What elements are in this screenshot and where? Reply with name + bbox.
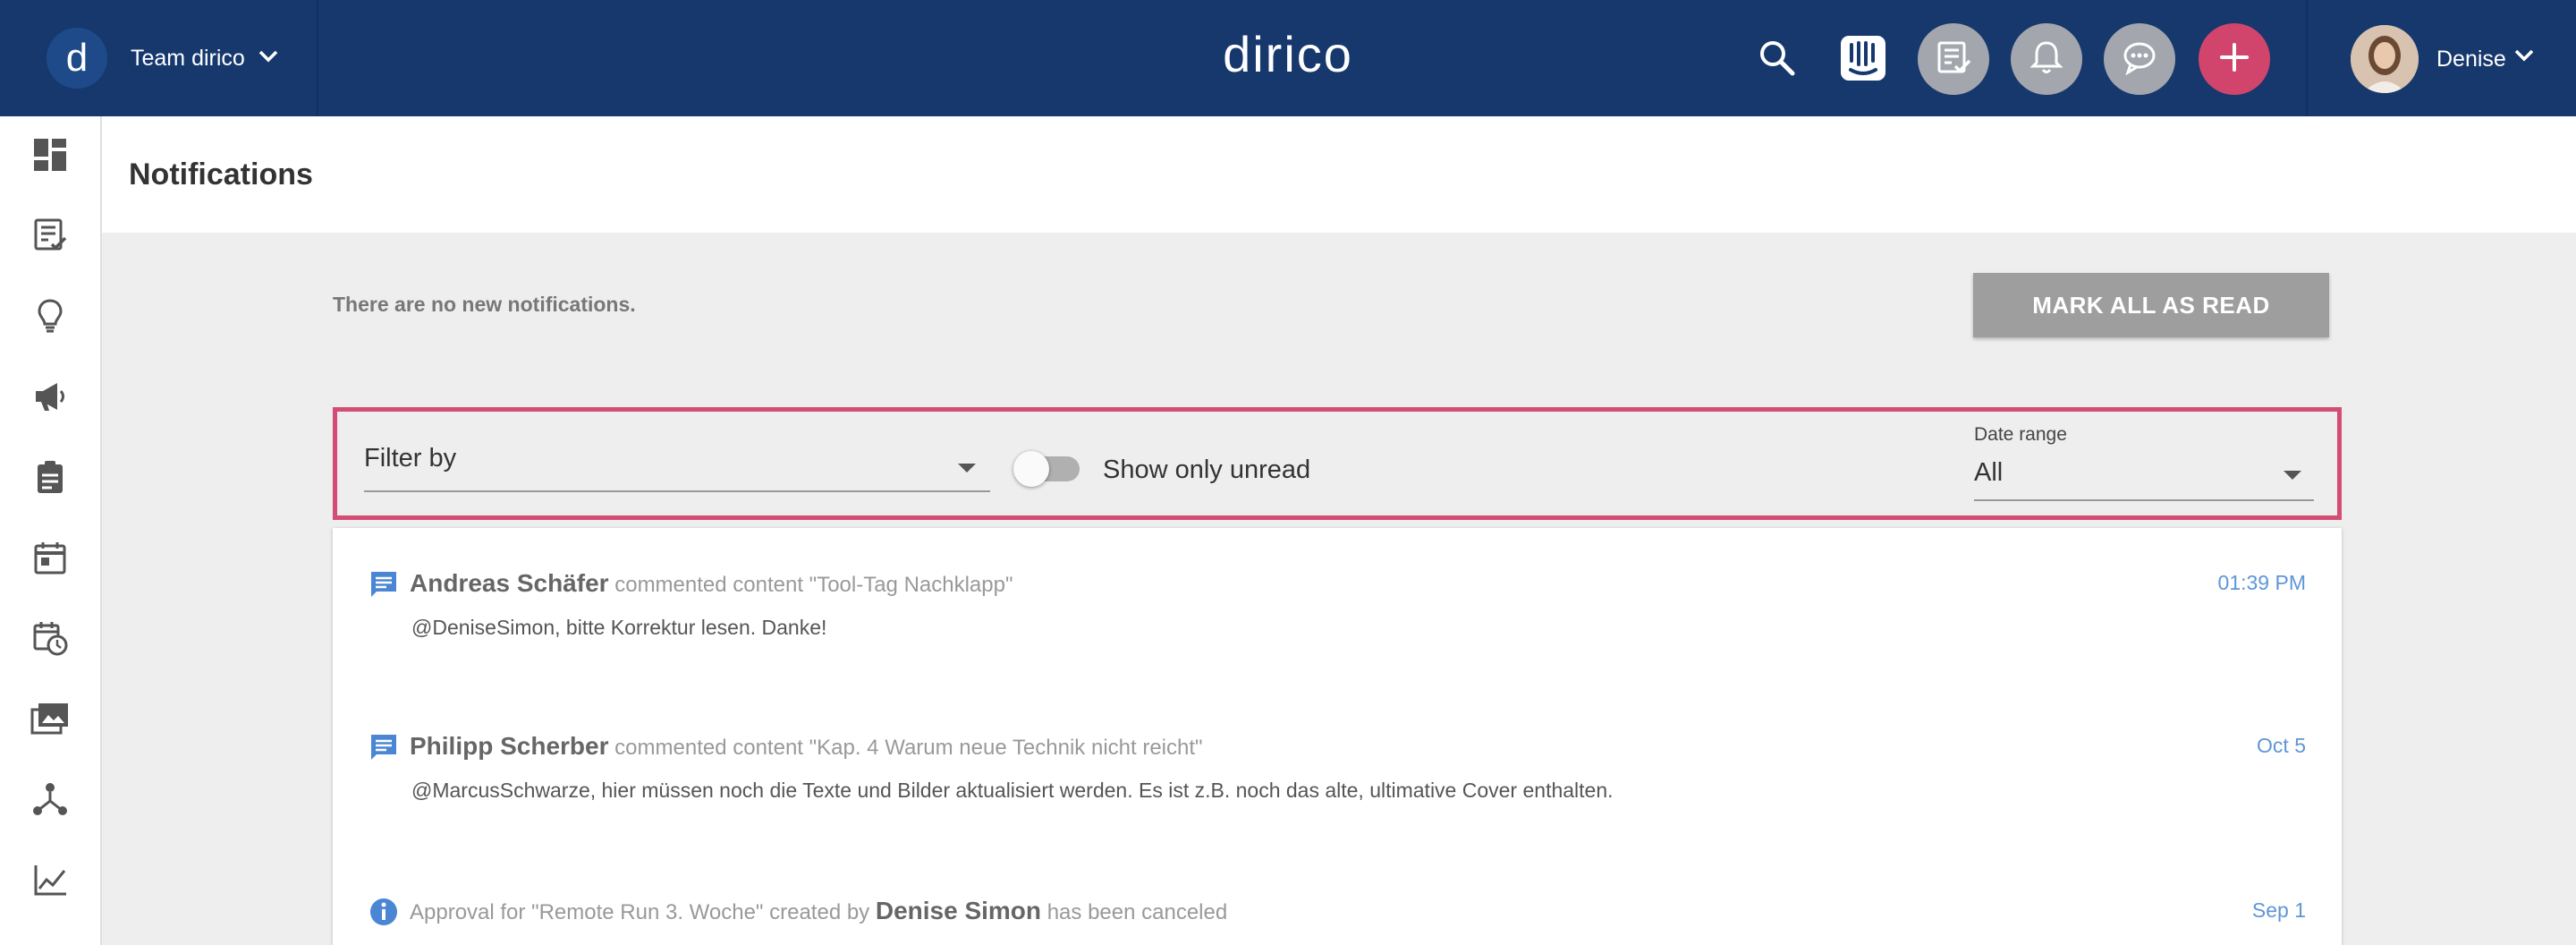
user-name[interactable]: Denise bbox=[2436, 47, 2506, 72]
notification-action: commented content "Kap. 4 Warum neue Tec… bbox=[614, 736, 1203, 760]
create-button[interactable] bbox=[2199, 23, 2270, 95]
toggle-knob bbox=[1013, 451, 1049, 487]
notification-action: commented content "Tool-Tag Nachklapp" bbox=[614, 573, 1013, 597]
dashboard-icon[interactable] bbox=[30, 134, 71, 175]
dropdown-arrow-icon bbox=[958, 464, 976, 472]
analytics-icon[interactable] bbox=[30, 859, 71, 900]
chevron-down-icon bbox=[258, 49, 279, 68]
notification-body: @MarcusSchwarze, hier müssen noch die Te… bbox=[411, 779, 1614, 802]
content-icon[interactable] bbox=[30, 215, 71, 256]
notification-time: 01:39 PM bbox=[2217, 571, 2306, 594]
intercom-icon[interactable] bbox=[1839, 34, 1887, 82]
search-icon[interactable] bbox=[1755, 36, 1800, 81]
notification-list: Andreas Schäfer commented content "Tool-… bbox=[333, 528, 2342, 945]
notifications-button[interactable] bbox=[2011, 23, 2082, 95]
unread-toggle[interactable] bbox=[1013, 451, 1080, 487]
notification-header: Andreas Schäfer commented content "Tool-… bbox=[410, 569, 1013, 598]
team-switcher[interactable]: d Team dirico bbox=[0, 0, 318, 116]
sidebar bbox=[0, 116, 102, 945]
team-logo: d bbox=[47, 28, 107, 89]
workflow-icon[interactable] bbox=[30, 779, 71, 820]
media-icon[interactable] bbox=[30, 698, 71, 739]
chevron-down-icon[interactable] bbox=[2513, 48, 2535, 67]
divider bbox=[2306, 0, 2308, 116]
page-header: Notifications bbox=[102, 116, 2576, 233]
info-icon bbox=[369, 897, 399, 927]
notification-actor[interactable]: Andreas Schäfer bbox=[410, 569, 609, 597]
notification-time: Sep 1 bbox=[2251, 898, 2306, 922]
notification-actor[interactable]: Philipp Scherber bbox=[410, 732, 609, 760]
notification-header: Approval for "Remote Run 3. Woche" creat… bbox=[410, 897, 1227, 925]
chat-icon bbox=[2120, 38, 2159, 81]
filter-by-select[interactable]: Filter by bbox=[364, 444, 990, 492]
notification-prefix: Approval for "Remote Run 3. Woche" creat… bbox=[410, 900, 870, 924]
avatar[interactable] bbox=[2351, 25, 2419, 93]
content-review-icon bbox=[1934, 38, 1973, 81]
date-range-select[interactable]: Date range All bbox=[1974, 424, 2314, 501]
unread-toggle-label[interactable]: Show only unread bbox=[1103, 455, 1310, 485]
comment-icon bbox=[369, 732, 399, 762]
date-range-label: Date range bbox=[1974, 424, 2067, 445]
empty-message: There are no new notifications. bbox=[333, 293, 636, 316]
notification-body: @DeniseSimon, bitte Korrektur lesen. Dan… bbox=[411, 616, 827, 639]
filter-by-label: Filter by bbox=[364, 444, 457, 472]
svg-text:d: d bbox=[66, 36, 88, 80]
team-name: Team dirico bbox=[131, 45, 245, 71]
filter-bar: Filter by Show only unread Date range Al… bbox=[333, 407, 2342, 520]
date-range-value: All bbox=[1974, 458, 2004, 487]
schedule-icon[interactable] bbox=[30, 617, 71, 659]
top-bar: d Team dirico dirico Denise bbox=[0, 0, 2576, 116]
calendar-icon[interactable] bbox=[30, 537, 71, 578]
notification-actor[interactable]: Denise Simon bbox=[876, 897, 1041, 924]
notification-time: Oct 5 bbox=[2257, 734, 2306, 757]
dropdown-arrow-icon bbox=[2284, 471, 2301, 480]
comment-icon bbox=[369, 569, 399, 600]
page-title: Notifications bbox=[129, 158, 313, 192]
bell-icon bbox=[2027, 38, 2066, 81]
tasks-icon[interactable] bbox=[30, 456, 71, 498]
brand-logo[interactable]: dirico bbox=[1223, 26, 1353, 82]
messages-button[interactable] bbox=[2104, 23, 2175, 95]
campaigns-icon[interactable] bbox=[30, 376, 71, 417]
plus-icon bbox=[2218, 41, 2250, 78]
mark-all-read-button[interactable]: MARK ALL AS READ bbox=[1973, 273, 2329, 337]
notification-suffix: has been canceled bbox=[1046, 900, 1228, 924]
ideas-icon[interactable] bbox=[30, 295, 71, 336]
notification-header: Philipp Scherber commented content "Kap.… bbox=[410, 732, 1203, 761]
content-review-button[interactable] bbox=[1918, 23, 1989, 95]
